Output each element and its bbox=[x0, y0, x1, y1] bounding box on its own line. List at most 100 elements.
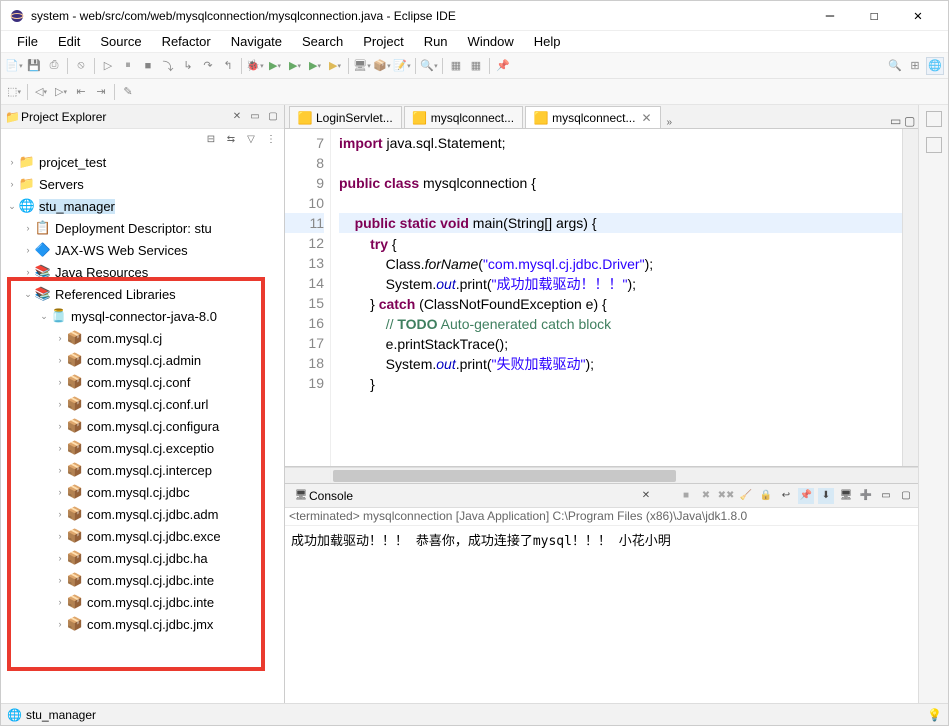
misc-2[interactable]: ▦ bbox=[467, 57, 485, 75]
editor-vertical-scrollbar[interactable] bbox=[902, 129, 918, 466]
package-item[interactable]: ›📦com.mysql.cj.jdbc.adm bbox=[1, 503, 284, 525]
referenced-libraries[interactable]: Referenced Libraries bbox=[55, 287, 176, 302]
project-tree[interactable]: ›📁projcet_test ›📁Servers ⌄🌐stu_manager ›… bbox=[1, 149, 284, 703]
minimize-button[interactable]: — bbox=[808, 1, 852, 31]
scroll-lock-icon[interactable]: 🔒 bbox=[758, 488, 774, 504]
terminate-icon[interactable]: ■ bbox=[678, 488, 694, 504]
minimize-console-icon[interactable]: ▭ bbox=[878, 488, 894, 504]
new-class-dropdown[interactable]: 📝 bbox=[393, 57, 411, 75]
package-item[interactable]: ›📦com.mysql.cj.exceptio bbox=[1, 437, 284, 459]
tip-icon[interactable]: 💡 bbox=[927, 708, 942, 722]
package-item[interactable]: ›📦com.mysql.cj.admin bbox=[1, 349, 284, 371]
package-item[interactable]: ›📦com.mysql.cj.intercep bbox=[1, 459, 284, 481]
tree-item[interactable]: Java Resources bbox=[55, 265, 148, 280]
java-ee-perspective-icon[interactable]: 🌐 bbox=[926, 57, 944, 75]
display-selected-icon[interactable]: 🖥 bbox=[838, 488, 854, 504]
minimize-editor-icon[interactable]: ▭ bbox=[890, 114, 904, 128]
forward-dropdown[interactable]: ▷ bbox=[52, 83, 70, 101]
profile-dropdown[interactable]: ▶ bbox=[326, 57, 344, 75]
package-item[interactable]: ›📦com.mysql.cj.jdbc.inte bbox=[1, 591, 284, 613]
collapse-all-icon[interactable]: ⊟ bbox=[204, 132, 218, 146]
new-button[interactable]: 📄 bbox=[5, 57, 23, 75]
step-into-icon[interactable]: ↳ bbox=[179, 57, 197, 75]
link-editor-icon[interactable]: ⇆ bbox=[224, 132, 238, 146]
open-perspective-icon[interactable]: ⊞ bbox=[906, 57, 924, 75]
package-item[interactable]: ›📦com.mysql.cj.jdbc.ha bbox=[1, 547, 284, 569]
jar-item[interactable]: mysql-connector-java-8.0 bbox=[71, 309, 217, 324]
run-dropdown[interactable]: ▶ bbox=[266, 57, 284, 75]
debug-dropdown[interactable]: 🐞 bbox=[246, 57, 264, 75]
package-item[interactable]: ›📦com.mysql.cj.jdbc.jmx bbox=[1, 613, 284, 635]
save-all-button[interactable]: ⎙ bbox=[45, 57, 63, 75]
show-on-output-icon[interactable]: ⬇ bbox=[818, 488, 834, 504]
menu-project[interactable]: Project bbox=[353, 32, 413, 51]
task-list-icon[interactable] bbox=[926, 137, 942, 153]
maximize-button[interactable]: ☐ bbox=[852, 1, 896, 31]
menu-refactor[interactable]: Refactor bbox=[152, 32, 221, 51]
package-item[interactable]: ›📦com.mysql.cj.jdbc.exce bbox=[1, 525, 284, 547]
menu-navigate[interactable]: Navigate bbox=[221, 32, 292, 51]
new-server-dropdown[interactable]: 🖥 bbox=[353, 57, 371, 75]
clear-console-icon[interactable]: 🧹 bbox=[738, 488, 754, 504]
package-item[interactable]: ›📦com.mysql.cj.configura bbox=[1, 415, 284, 437]
step-return-icon[interactable]: ↰ bbox=[219, 57, 237, 75]
close-view-icon[interactable]: ✕ bbox=[638, 488, 654, 504]
minimize-view-icon[interactable]: ▭ bbox=[248, 110, 262, 124]
code-editor[interactable]: 78910111213141516171819 import java.sql.… bbox=[285, 129, 918, 467]
package-item[interactable]: ›📦com.mysql.cj.jdbc.inte bbox=[1, 569, 284, 591]
word-wrap-icon[interactable]: ↩ bbox=[778, 488, 794, 504]
outline-view-icon[interactable] bbox=[926, 111, 942, 127]
run-on-server-dropdown[interactable]: ▶ bbox=[306, 57, 324, 75]
menu-window[interactable]: Window bbox=[458, 32, 524, 51]
maximize-editor-icon[interactable]: ▢ bbox=[904, 114, 918, 128]
coverage-dropdown[interactable]: ▶ bbox=[286, 57, 304, 75]
stop-icon[interactable]: ■ bbox=[139, 57, 157, 75]
pin-console-icon[interactable]: 📌 bbox=[798, 488, 814, 504]
menu-run[interactable]: Run bbox=[414, 32, 458, 51]
view-menu-icon[interactable]: ⋮ bbox=[264, 132, 278, 146]
tree-item[interactable]: JAX-WS Web Services bbox=[55, 243, 188, 258]
show-list-icon[interactable]: » bbox=[667, 117, 673, 128]
editor-tab[interactable]: 🟨mysqlconnect... bbox=[404, 106, 523, 128]
disconnect-icon[interactable]: ⤵ bbox=[159, 57, 177, 75]
misc-1[interactable]: ▦ bbox=[447, 57, 465, 75]
project-item[interactable]: Servers bbox=[39, 177, 84, 192]
editor-tab[interactable]: 🟨LoginServlet... bbox=[289, 106, 402, 128]
project-item[interactable]: stu_manager bbox=[39, 199, 115, 214]
close-tab-icon[interactable]: ✕ bbox=[641, 111, 651, 125]
open-console-icon[interactable]: ➕ bbox=[858, 488, 874, 504]
close-button[interactable]: ✕ bbox=[896, 1, 940, 31]
editor-tab-active[interactable]: 🟨mysqlconnect...✕ bbox=[525, 106, 660, 128]
maximize-view-icon[interactable]: ▢ bbox=[266, 110, 280, 124]
back-dropdown[interactable]: ◁ bbox=[32, 83, 50, 101]
remove-launch-icon[interactable]: ✖ bbox=[698, 488, 714, 504]
menu-help[interactable]: Help bbox=[524, 32, 571, 51]
package-item[interactable]: ›📦com.mysql.cj.conf bbox=[1, 371, 284, 393]
remove-all-icon[interactable]: ✖✖ bbox=[718, 488, 734, 504]
tree-item[interactable]: Deployment Descriptor: stu bbox=[55, 221, 212, 236]
menu-edit[interactable]: Edit bbox=[48, 32, 90, 51]
package-item[interactable]: ›📦com.mysql.cj.jdbc bbox=[1, 481, 284, 503]
resume-icon[interactable]: ▷ bbox=[99, 57, 117, 75]
edit-icon[interactable]: ✎ bbox=[119, 83, 137, 101]
project-item[interactable]: projcet_test bbox=[39, 155, 106, 170]
quick-access-icon[interactable]: 🔍 bbox=[886, 57, 904, 75]
pin-icon[interactable]: 📌 bbox=[494, 57, 512, 75]
filter-icon[interactable]: ▽ bbox=[244, 132, 258, 146]
package-item[interactable]: ›📦com.mysql.cj.conf.url bbox=[1, 393, 284, 415]
nav-dropdown[interactable]: ⬚ bbox=[5, 83, 23, 101]
new-java-dropdown[interactable]: 📦 bbox=[373, 57, 391, 75]
menu-source[interactable]: Source bbox=[90, 32, 151, 51]
maximize-console-icon[interactable]: ▢ bbox=[898, 488, 914, 504]
close-view-icon[interactable]: ✕ bbox=[230, 110, 244, 124]
save-button[interactable]: 💾 bbox=[25, 57, 43, 75]
search-dropdown[interactable]: 🔍 bbox=[420, 57, 438, 75]
skip-breakpoints-icon[interactable]: ⦸ bbox=[72, 57, 90, 75]
menu-search[interactable]: Search bbox=[292, 32, 353, 51]
nav-3[interactable]: ⇤ bbox=[72, 83, 90, 101]
nav-4[interactable]: ⇥ bbox=[92, 83, 110, 101]
package-item[interactable]: ›📦com.mysql.cj bbox=[1, 327, 284, 349]
console-output[interactable]: 成功加载驱动！！！ 恭喜你，成功连接了mysql！！！ 小花小明 bbox=[285, 526, 918, 703]
menu-file[interactable]: File bbox=[7, 32, 48, 51]
step-over-icon[interactable]: ↷ bbox=[199, 57, 217, 75]
